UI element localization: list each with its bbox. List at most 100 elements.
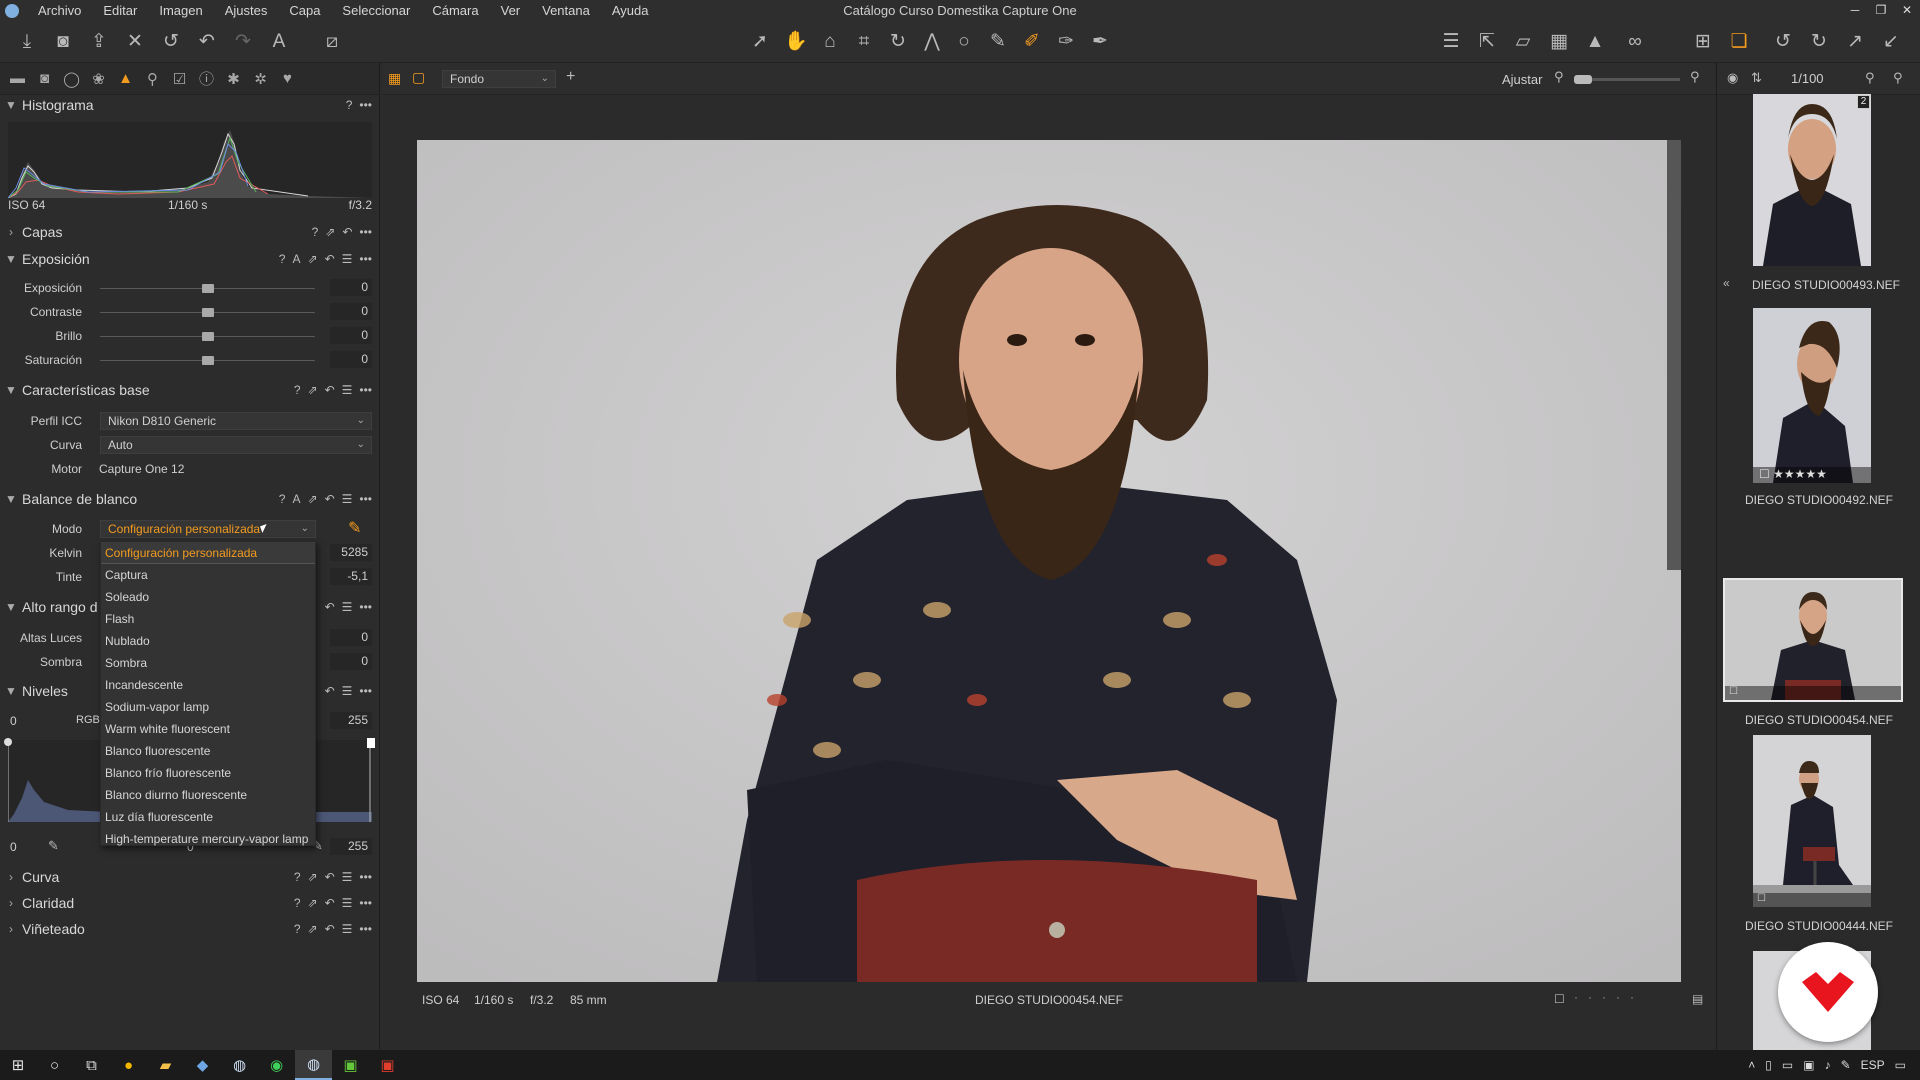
highlights-value[interactable]: 0 — [330, 629, 372, 646]
thumbnail-3-selected[interactable]: ☐ — [1723, 578, 1903, 702]
redo-icon[interactable]: ↷ — [229, 28, 257, 56]
rotate-icon[interactable]: ↻ — [884, 28, 912, 56]
reset-icon[interactable]: ↶ — [325, 492, 335, 506]
wb-option[interactable]: Configuración personalizada — [101, 542, 315, 564]
more-icon[interactable]: ••• — [359, 252, 372, 266]
shadows-value[interactable]: 0 — [330, 653, 372, 670]
copy-icon[interactable]: ⇗ — [325, 225, 335, 239]
black-picker-icon[interactable]: ✎ — [48, 838, 59, 854]
copy-icon[interactable]: ⇗ — [308, 252, 318, 266]
curve-select[interactable]: Auto ⌄ — [100, 436, 372, 454]
menu-ayuda[interactable]: Ayuda — [601, 3, 660, 18]
exposure-slider-value[interactable]: 0 — [330, 351, 372, 368]
tint-value[interactable]: -5,1 — [330, 568, 372, 585]
menu-imagen[interactable]: Imagen — [148, 3, 213, 18]
levels-high-input[interactable]: 255 — [330, 712, 372, 729]
help-icon[interactable]: ? — [312, 225, 319, 239]
import-icon[interactable]: ⤓ — [13, 28, 41, 56]
loupe-icon[interactable]: ⌂ — [816, 28, 844, 56]
green-app-icon[interactable]: ▣ — [332, 1050, 369, 1080]
wb-option[interactable]: High-temperature mercury-vapor lamp — [101, 828, 315, 850]
menu-ventana[interactable]: Ventana — [531, 3, 601, 18]
wb-option[interactable]: Sombra — [101, 652, 315, 674]
zoom-slider-thumb[interactable] — [1574, 75, 1592, 84]
brush-icon[interactable]: ✐ — [1018, 28, 1046, 56]
pen-icon[interactable]: ✎ — [1841, 1058, 1851, 1072]
zoom-out-icon[interactable]: ⚲ — [1554, 69, 1564, 85]
app-icon[interactable]: ◆ — [184, 1050, 221, 1080]
more-icon[interactable]: ••• — [359, 896, 372, 910]
restore-button[interactable]: ❐ — [1868, 0, 1894, 21]
help-icon[interactable]: ? — [279, 492, 286, 506]
undo-history-icon[interactable]: ↺ — [157, 28, 185, 56]
chrome-icon[interactable]: ● — [110, 1050, 147, 1080]
menu-ajustes[interactable]: Ajustes — [214, 3, 279, 18]
more-icon[interactable]: ••• — [359, 225, 372, 239]
wb-mode-select[interactable]: Configuración personalizada ⌄ — [100, 520, 316, 538]
checkbox-icon[interactable]: ☐ — [1554, 992, 1565, 1006]
auto-icon[interactable]: A — [292, 252, 300, 266]
levels-channel[interactable]: RGB — [76, 714, 100, 726]
exposure-tab-icon[interactable]: ▲ — [112, 70, 139, 87]
thumbnail-2-rating[interactable]: ☐ ★★★★★ — [1753, 467, 1871, 483]
wb-option[interactable]: Sodium-vapor lamp — [101, 696, 315, 718]
eraser-icon[interactable]: ✑ — [1052, 28, 1080, 56]
levels-high-handle[interactable] — [367, 738, 375, 748]
wb-option[interactable]: Flash — [101, 608, 315, 630]
help-icon[interactable]: ? — [346, 98, 353, 112]
reset-icon[interactable]: ↶ — [325, 922, 335, 936]
section-histograma[interactable]: ▼ Histograma ? ••• — [0, 93, 380, 117]
network-icon[interactable]: ▣ — [1803, 1058, 1814, 1072]
copy-icon[interactable]: ⇗ — [308, 492, 318, 506]
file-explorer-icon[interactable]: ▰ — [147, 1050, 184, 1080]
text-icon[interactable]: A — [265, 28, 293, 56]
delete-icon[interactable]: ✕ — [121, 28, 149, 56]
presets-icon[interactable]: ☰ — [342, 600, 353, 614]
exposure-slider-thumb[interactable] — [201, 332, 214, 341]
tray-arrow-icon[interactable]: ˄ — [1748, 1058, 1755, 1072]
help-icon[interactable]: ? — [294, 870, 301, 884]
close-button[interactable]: ✕ — [1894, 0, 1920, 21]
copy-icon[interactable]: ⇗ — [308, 383, 318, 397]
layers-icon[interactable]: ❏ — [1725, 28, 1753, 56]
more-icon[interactable]: ••• — [359, 870, 372, 884]
wb-option[interactable]: Nublado — [101, 630, 315, 652]
library-tab-icon[interactable]: ▬ — [4, 70, 31, 87]
thumbnail-4[interactable]: ☐ — [1753, 735, 1871, 907]
batch-tab-icon[interactable]: ✲ — [247, 70, 274, 88]
section-balance-de-blanco[interactable]: ▼ Balance de blanco ? A ⇗ ↶ ☰ ••• — [0, 487, 380, 511]
more-icon[interactable]: ••• — [359, 684, 372, 698]
edit-icon[interactable]: ⧄ — [318, 28, 346, 56]
exposure-slider-thumb[interactable] — [201, 356, 214, 365]
exposure-slider-thumb[interactable] — [201, 284, 214, 293]
presets-icon[interactable]: ☰ — [342, 492, 353, 506]
copy-icon[interactable]: ⇗ — [308, 870, 318, 884]
filter-icon[interactable]: ⚲ — [1865, 70, 1875, 86]
export-icon[interactable]: ⇪ — [85, 28, 113, 56]
capture-one-taskbar-icon[interactable]: ◍ — [221, 1050, 258, 1080]
adjustments-tab-icon[interactable]: ☑ — [166, 70, 193, 88]
wb-option[interactable]: Blanco fluorescente — [101, 740, 315, 762]
section-vineteado[interactable]: › Viñeteado ? ⇗ ↶ ☰ ••• — [0, 917, 380, 941]
glasses-icon[interactable]: ∞ — [1617, 28, 1653, 56]
help-icon[interactable]: ? — [294, 383, 301, 397]
wb-option[interactable]: Incandescente — [101, 674, 315, 696]
multi-view-icon[interactable]: ▦ — [388, 70, 401, 87]
wb-option[interactable]: Warm white fluorescent — [101, 718, 315, 740]
rotate-right-icon[interactable]: ↻ — [1805, 28, 1833, 56]
rotate-left-icon[interactable]: ↺ — [1769, 28, 1797, 56]
copy-icon[interactable]: ⇗ — [308, 922, 318, 936]
menu-camara[interactable]: Cámara — [421, 3, 489, 18]
wb-picker-icon[interactable]: ✎ — [348, 518, 361, 538]
thumbnail-3-rating[interactable]: ☐ — [1725, 686, 1901, 700]
sort-icon[interactable]: ⇅ — [1751, 70, 1762, 86]
help-icon[interactable]: ? — [294, 896, 301, 910]
pan-hand-icon[interactable]: ✋ — [782, 28, 810, 56]
grid-icon[interactable]: ▦ — [1545, 28, 1573, 56]
wb-option[interactable]: Blanco diurno fluorescente — [101, 784, 315, 806]
minimize-button[interactable]: ─ — [1842, 0, 1868, 21]
menu-editar[interactable]: Editar — [92, 3, 148, 18]
color-tag-icon[interactable]: ▤ — [1692, 992, 1703, 1006]
output-tab-icon[interactable]: ✱ — [220, 70, 247, 88]
single-view-icon[interactable]: ▢ — [412, 69, 425, 86]
